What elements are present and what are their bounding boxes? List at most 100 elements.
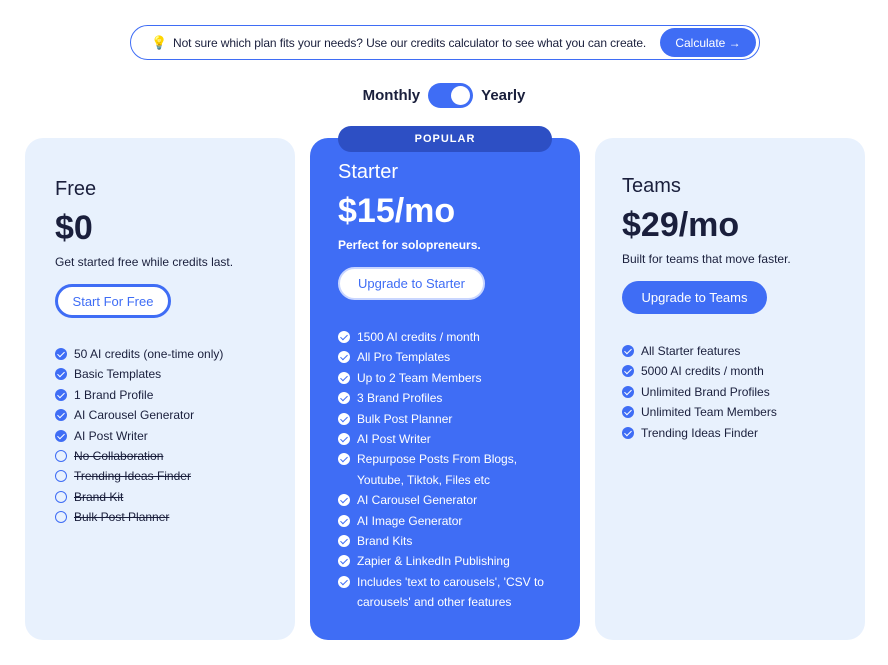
check-circle-icon	[622, 345, 634, 357]
plan-name-starter: Starter	[338, 161, 399, 183]
feature-item: 5000 AI credits / month	[622, 361, 852, 381]
feature-text: 1500 AI credits / month	[357, 330, 480, 344]
feature-item: Up to 2 Team Members	[338, 368, 560, 388]
feature-text: Zapier & LinkedIn Publishing	[357, 554, 510, 569]
banner-message: Not sure which plan fits your needs? Use…	[173, 35, 647, 50]
feature-item: 1 Brand Profile	[55, 385, 285, 405]
check-circle-icon	[55, 429, 67, 442]
feature-item: 3 Brand Profiles	[338, 388, 560, 408]
plan-price-free: $0	[55, 209, 93, 247]
feature-item: Zapier & LinkedIn Publishing	[338, 551, 560, 571]
billing-toggle-row: Monthly Yearly	[0, 83, 888, 108]
starter-feature-list: 1500 AI credits / month All Pro Templates…	[338, 327, 560, 613]
check-circle-icon	[338, 535, 350, 548]
feature-item: Unlimited Brand Profiles	[622, 382, 852, 402]
feature-item: Includes 'text to carousels', 'CSV to ca…	[338, 572, 560, 613]
feature-item: Bulk Post Planner	[55, 507, 285, 527]
popular-badge: POPULAR	[338, 126, 552, 152]
upgrade-to-starter-button[interactable]: Upgrade to Starter	[338, 267, 485, 300]
plan-name-free: Free	[55, 178, 97, 200]
feature-item: Trending Ideas Finder	[55, 466, 285, 486]
feature-text: Repurpose Posts From Blogs, Youtube, Tik…	[357, 452, 518, 487]
check-circle-icon	[622, 426, 634, 439]
feature-item: Bulk Post Planner	[338, 409, 560, 429]
feature-item: Brand Kits	[338, 531, 560, 551]
credits-calculator-banner: 💡 Not sure which plan fits your needs? U…	[130, 25, 760, 60]
check-circle-icon	[338, 331, 350, 343]
feature-item: All Starter features	[622, 341, 852, 361]
check-circle-icon	[55, 368, 67, 381]
empty-circle-icon	[55, 511, 67, 524]
plan-tagline-free: Get started free while credits last.	[55, 255, 234, 269]
check-circle-icon	[55, 348, 67, 360]
feature-item: AI Post Writer	[55, 426, 285, 446]
check-circle-icon	[338, 575, 350, 588]
plan-name-teams: Teams	[622, 175, 681, 197]
feature-text: AI Post Writer	[357, 432, 431, 447]
monthly-label[interactable]: Monthly	[363, 87, 421, 104]
feature-item: Basic Templates	[55, 364, 285, 384]
feature-text: Unlimited Team Members	[641, 405, 777, 420]
teams-feature-list: All Starter features 5000 AI credits / mo…	[622, 341, 852, 443]
check-circle-icon	[338, 494, 350, 507]
feature-item: AI Image Generator	[338, 511, 560, 531]
feature-text: Brand Kits	[357, 534, 413, 549]
feature-item: Trending Ideas Finder	[622, 423, 852, 443]
feature-text: 1 Brand Profile	[74, 387, 154, 402]
check-circle-icon	[55, 409, 67, 422]
feature-item: AI Carousel Generator	[55, 405, 285, 425]
check-circle-icon	[622, 385, 634, 398]
empty-circle-icon	[55, 490, 67, 503]
start-for-free-button[interactable]: Start For Free	[55, 284, 171, 318]
feature-text: 3 Brand Profiles	[357, 391, 443, 406]
feature-text: Brand Kit	[74, 489, 124, 504]
feature-text: Up to 2 Team Members	[357, 370, 482, 385]
lightbulb-icon: 💡	[151, 34, 168, 50]
feature-text: Bulk Post Planner	[357, 411, 453, 426]
feature-text: 50 AI credits (one-time only)	[74, 347, 224, 361]
plan-tagline-teams: Built for teams that move faster.	[622, 252, 791, 266]
feature-text: AI Post Writer	[74, 428, 148, 443]
plan-price-teams: $29/mo	[622, 206, 740, 244]
feature-text: Trending Ideas Finder	[641, 425, 758, 440]
check-circle-icon	[338, 453, 350, 466]
check-circle-icon	[622, 406, 634, 419]
feature-item: Brand Kit	[55, 487, 285, 507]
feature-item: All Pro Templates	[338, 347, 560, 367]
feature-item: Unlimited Team Members	[622, 402, 852, 422]
upgrade-to-teams-button[interactable]: Upgrade to Teams	[622, 281, 767, 314]
feature-item: AI Carousel Generator	[338, 490, 560, 510]
feature-text: Trending Ideas Finder	[74, 469, 191, 484]
feature-text: Bulk Post Planner	[74, 510, 170, 525]
feature-text: AI Image Generator	[357, 513, 463, 528]
check-circle-icon	[338, 433, 350, 446]
feature-text: No Collaboration	[74, 449, 164, 464]
feature-text: Includes 'text to carousels', 'CSV to ca…	[357, 574, 544, 610]
check-circle-icon	[338, 412, 350, 425]
check-circle-icon	[338, 371, 350, 384]
check-circle-icon	[338, 555, 350, 568]
check-circle-icon	[622, 365, 634, 378]
feature-text: AI Carousel Generator	[357, 493, 478, 508]
check-circle-icon	[338, 351, 350, 364]
toggle-knob	[451, 86, 471, 105]
feature-text: 5000 AI credits / month	[641, 364, 764, 379]
feature-item: Repurpose Posts From Blogs, Youtube, Tik…	[338, 449, 560, 490]
check-circle-icon	[338, 392, 350, 405]
check-circle-icon	[338, 514, 350, 527]
plan-price-starter: $15/mo	[338, 192, 456, 230]
feature-text: All Pro Templates	[357, 350, 451, 365]
feature-text: Basic Templates	[74, 367, 162, 382]
empty-circle-icon	[55, 470, 67, 483]
yearly-label[interactable]: Yearly	[481, 87, 525, 104]
billing-toggle-switch[interactable]	[428, 83, 474, 108]
feature-text: Unlimited Brand Profiles	[641, 384, 770, 399]
feature-item: 1500 AI credits / month	[338, 327, 560, 347]
plan-tagline-starter: Perfect for solopreneurs.	[338, 238, 481, 252]
calculate-button[interactable]: Calculate →	[660, 28, 756, 57]
free-feature-list: 50 AI credits (one-time only) Basic Templ…	[55, 344, 285, 528]
feature-item: 50 AI credits (one-time only)	[55, 344, 285, 364]
feature-item: No Collaboration	[55, 446, 285, 466]
check-circle-icon	[55, 388, 67, 401]
feature-text: All Starter features	[641, 344, 741, 358]
